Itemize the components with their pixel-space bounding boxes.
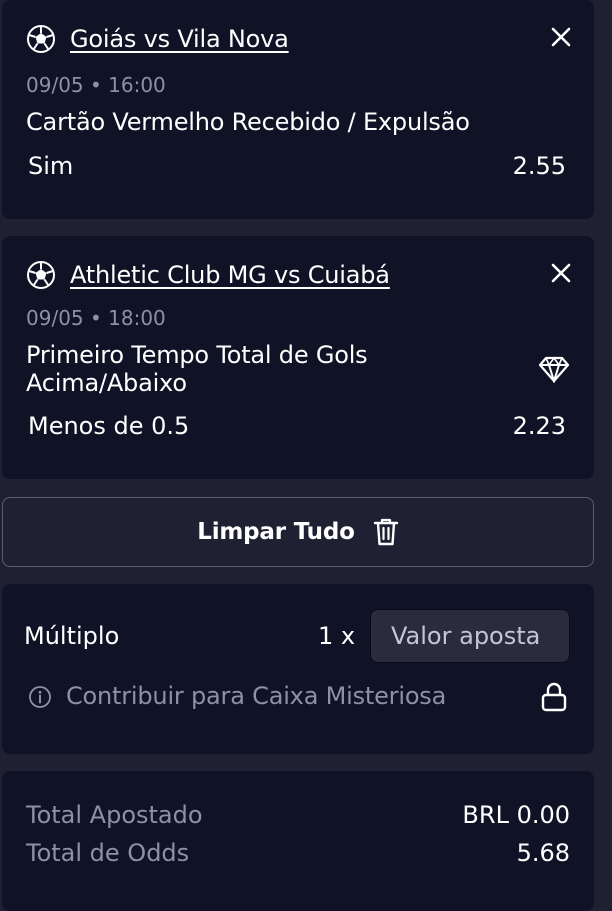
total-odds-label: Total de Odds: [26, 839, 190, 867]
selection-odds: 2.55: [512, 152, 566, 180]
clear-all-button[interactable]: Limpar Tudo: [2, 497, 594, 567]
match-link[interactable]: Goiás vs Vila Nova: [70, 25, 289, 53]
clear-all-label: Limpar Tudo: [197, 519, 355, 545]
multiplier-count: 1 x: [318, 622, 356, 650]
match-datetime: 09/05 • 18:00: [26, 306, 166, 330]
selection-name: Menos de 0.5: [28, 412, 190, 440]
total-odds-value: 5.68: [516, 839, 570, 867]
market-name: Cartão Vermelho Recebido / Expulsão: [26, 108, 470, 136]
match-header: Athletic Club MG vs Cuiabá: [26, 260, 390, 290]
soccer-ball-icon: [27, 261, 55, 289]
match-link[interactable]: Athletic Club MG vs Cuiabá: [70, 261, 390, 289]
market-name: Primeiro Tempo Total de Gols Acima/Abaix…: [26, 341, 368, 397]
market-name-line: Primeiro Tempo Total de Gols: [26, 341, 368, 369]
close-icon[interactable]: [550, 26, 572, 48]
mystery-box-label: Contribuir para Caixa Misteriosa: [66, 682, 447, 710]
bet-card: Athletic Club MG vs Cuiabá 09/05 • 18:00…: [2, 236, 594, 479]
total-staked-value: BRL 0.00: [462, 801, 570, 829]
diamond-icon: [538, 356, 570, 383]
info-icon[interactable]: [28, 685, 52, 709]
selection-odds: 2.23: [512, 412, 566, 440]
close-icon[interactable]: [550, 262, 572, 284]
match-datetime: 09/05 • 16:00: [26, 73, 166, 97]
stake-input[interactable]: [370, 609, 570, 663]
bet-card: Goiás vs Vila Nova 09/05 • 16:00 Cartão …: [2, 0, 594, 219]
selection-name: Sim: [28, 152, 74, 180]
soccer-ball-icon: [27, 25, 55, 53]
match-header: Goiás vs Vila Nova: [26, 24, 289, 54]
total-staked-label: Total Apostado: [26, 801, 203, 829]
trash-icon: [373, 518, 398, 546]
market-name-line: Acima/Abaixo: [26, 369, 187, 397]
multiple-label: Múltiplo: [24, 622, 120, 650]
lock-icon[interactable]: [540, 681, 568, 713]
